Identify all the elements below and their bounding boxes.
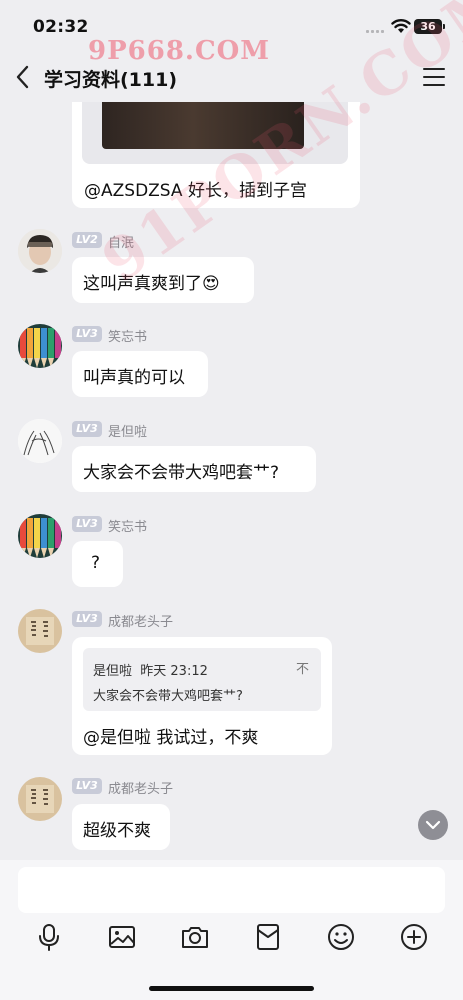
plus-icon[interactable] [399, 922, 429, 952]
quote-close-icon[interactable]: 不 [296, 658, 309, 677]
image-thumbnail[interactable] [102, 102, 304, 149]
quote-text: 大家会不会带大鸡吧套艹? [93, 689, 243, 704]
person-avatar-icon [18, 229, 62, 273]
home-indicator [149, 986, 314, 991]
scroll-to-bottom-button[interactable] [418, 810, 448, 840]
image-icon[interactable] [107, 922, 137, 952]
calligraphy-avatar[interactable] [18, 609, 62, 653]
level-badge: LV3 [72, 516, 102, 532]
emoji-icon[interactable] [326, 922, 356, 952]
level-badge: LV2 [72, 232, 102, 248]
message-input[interactable] [18, 867, 445, 913]
message-bubble[interactable]: 叫声真的可以 [72, 351, 208, 397]
back-chevron-icon[interactable] [12, 63, 34, 91]
message-text: ? [91, 553, 101, 573]
colored-pencils-icon [18, 514, 62, 558]
sender-name[interactable]: 笑忘书 [108, 326, 147, 345]
image-preview-frame[interactable] [82, 102, 348, 164]
message-bubble[interactable]: ? [72, 541, 123, 587]
message-bubble[interactable]: 超级不爽 [72, 804, 170, 850]
message-list[interactable]: @AZSDZSA 好长，插到子宫 LV2 自泯 这叫声真爽到了😍 LV3 笑忘书 [0, 102, 463, 860]
camera-icon[interactable] [180, 922, 210, 952]
message-text: 叫声真的可以 [83, 368, 185, 388]
calligraphy-icon [18, 777, 62, 821]
level-badge: LV3 [72, 611, 102, 627]
chevron-down-icon [425, 820, 441, 830]
message-text: @AZSDZSA 好长，插到子宫 [84, 181, 307, 201]
level-badge: LV3 [72, 421, 102, 437]
battery-icon: 36 [414, 19, 442, 34]
hands-sketch-avatar[interactable] [18, 419, 62, 463]
message-text: @是但啦 我试过，不爽 [83, 728, 259, 748]
quoted-message[interactable]: 是但啦 昨天 23:12 不 大家会不会带大鸡吧套艹? [83, 648, 321, 711]
quote-header: 是但啦 昨天 23:12 [93, 660, 208, 679]
colored-pencils-avatar[interactable] [18, 514, 62, 558]
person-avatar[interactable] [18, 229, 62, 273]
cellular-signal-icon [366, 29, 386, 33]
quote-time: 昨天 23:12 [140, 664, 208, 679]
battery-tip [443, 24, 445, 29]
message-text: 超级不爽 [83, 821, 151, 841]
sender-name[interactable]: 笑忘书 [108, 516, 147, 535]
level-badge: LV3 [72, 778, 102, 794]
status-time: 02:32 [33, 17, 89, 37]
quote-author: 是但啦 [93, 664, 133, 679]
sender-name[interactable]: 成都老头子 [108, 611, 173, 630]
message-text: 这叫声真爽到了😍 [83, 274, 220, 294]
hamburger-menu-icon[interactable] [423, 68, 445, 86]
microphone-icon[interactable] [34, 922, 64, 952]
calligraphy-icon [18, 609, 62, 653]
composer-area [0, 860, 463, 1000]
sender-name[interactable]: 成都老头子 [108, 778, 173, 797]
image-message-bubble[interactable]: @AZSDZSA 好长，插到子宫 [72, 102, 360, 208]
chat-title: 学习资料(111) [44, 69, 178, 91]
watermark-top: 9P668.COM [88, 36, 271, 66]
colored-pencils-icon [18, 324, 62, 368]
wifi-icon [391, 19, 411, 33]
sender-name[interactable]: 自泯 [108, 232, 134, 251]
red-packet-icon[interactable] [253, 922, 283, 952]
hands-sketch-icon [18, 419, 62, 463]
sender-name[interactable]: 是但啦 [108, 421, 147, 440]
colored-pencils-avatar[interactable] [18, 324, 62, 368]
message-text: 大家会不会带大鸡吧套艹? [83, 463, 280, 483]
level-badge: LV3 [72, 326, 102, 342]
message-bubble[interactable]: 大家会不会带大鸡吧套艹? [72, 446, 316, 492]
message-bubble[interactable]: 这叫声真爽到了😍 [72, 257, 254, 303]
quote-reply-bubble[interactable]: 是但啦 昨天 23:12 不 大家会不会带大鸡吧套艹? @是但啦 我试过，不爽 [72, 637, 332, 755]
calligraphy-avatar[interactable] [18, 777, 62, 821]
